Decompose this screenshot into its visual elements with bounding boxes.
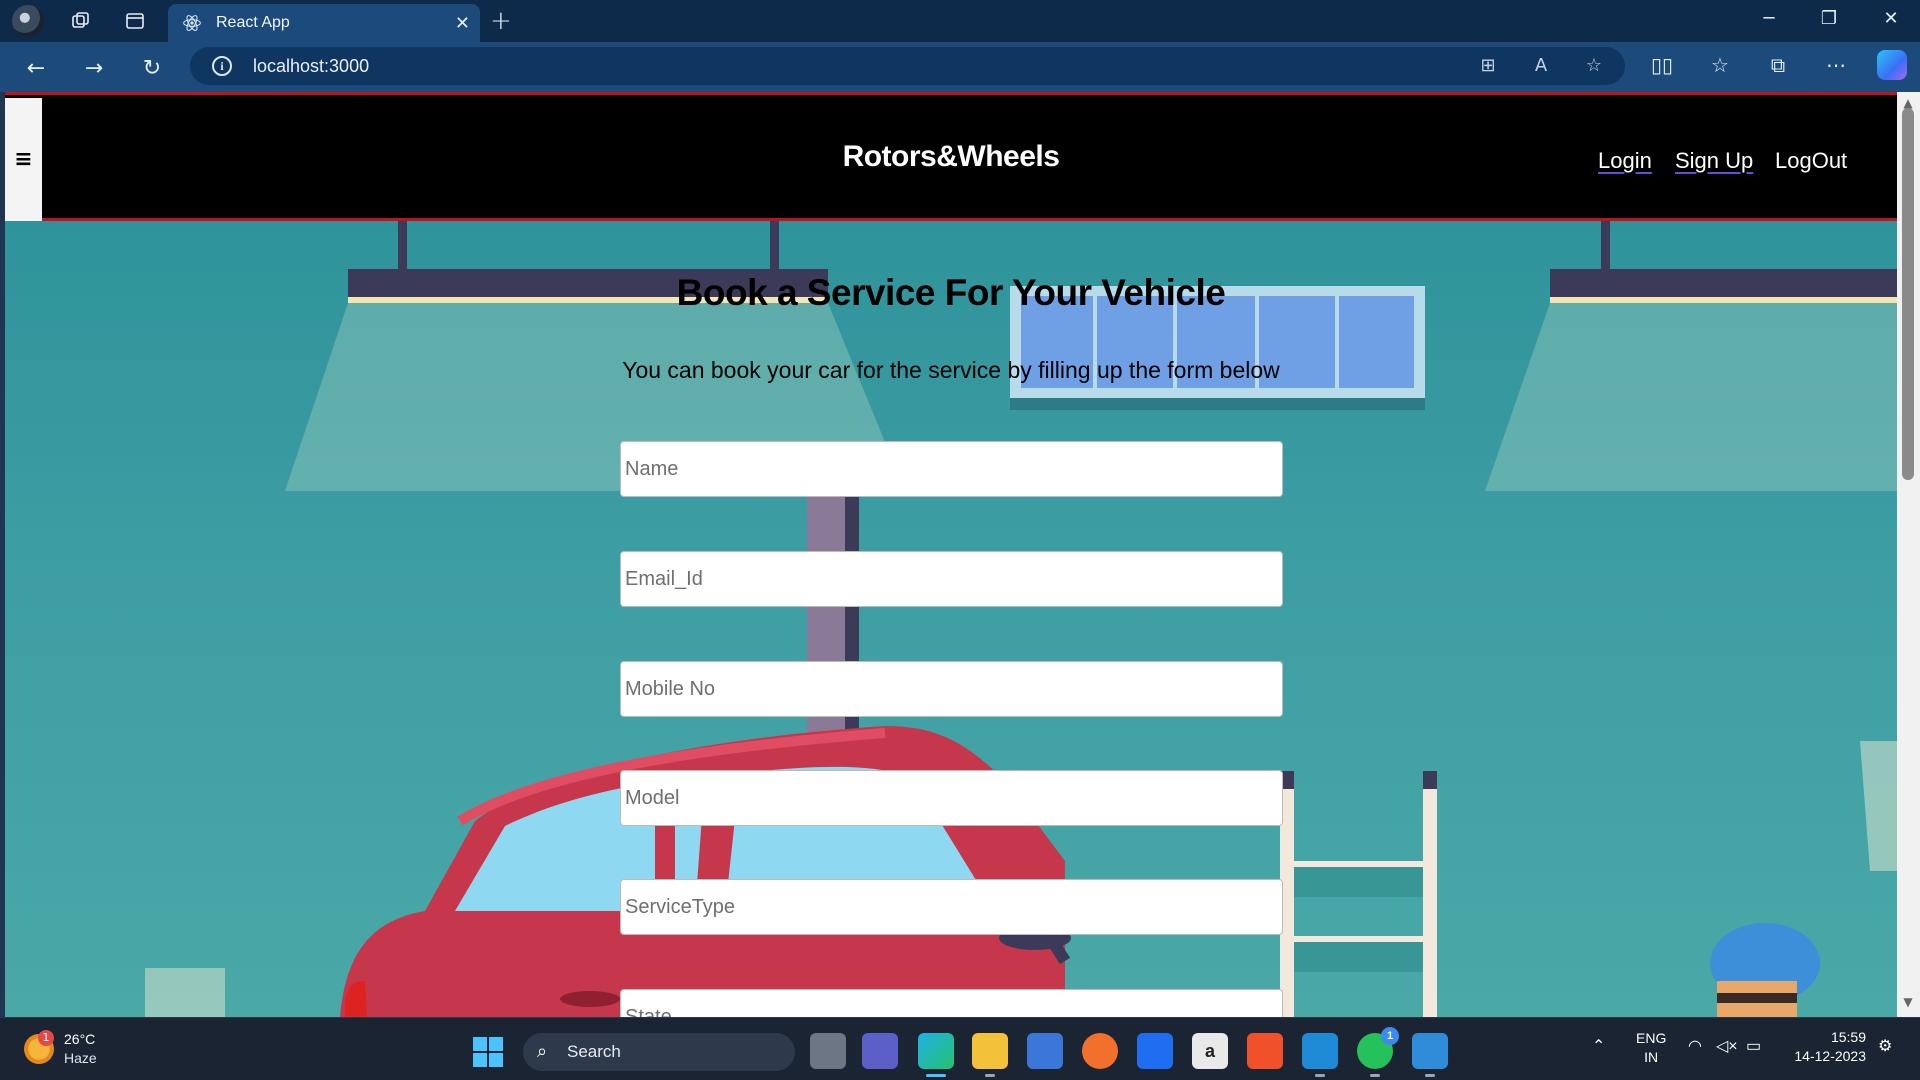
teams-chat-icon[interactable] (862, 1033, 898, 1069)
workspaces-icon[interactable] (66, 6, 96, 36)
microsoft-store-icon[interactable] (1027, 1033, 1063, 1069)
vscode-icon[interactable] (1302, 1033, 1338, 1077)
weather-badge: 1 (38, 1030, 54, 1046)
favorite-star-icon[interactable]: ☆ (1581, 55, 1607, 76)
web-page: ≡ Rotors&Wheels Login Sign Up LogOut Boo… (5, 92, 1897, 1017)
state-input[interactable] (621, 990, 1282, 1017)
app-available-icon[interactable]: ⊞ (1475, 55, 1501, 76)
whatsapp-icon[interactable]: 1 (1357, 1027, 1399, 1077)
refresh-icon[interactable]: ↻ (136, 52, 168, 84)
page-title: Book a Service For Your Vehicle (676, 272, 1226, 313)
dropbox-icon[interactable] (1137, 1033, 1173, 1069)
name-field[interactable] (620, 441, 1283, 497)
weather-temp: 26°C (64, 1031, 96, 1047)
whatsapp-badge: 1 (1381, 1027, 1399, 1045)
firefox-icon[interactable] (1082, 1033, 1118, 1069)
signup-link[interactable]: Sign Up (1675, 148, 1753, 174)
battery-icon[interactable]: ▭ (1746, 1036, 1761, 1056)
brave-browser-icon[interactable] (1247, 1033, 1283, 1069)
state-field[interactable] (620, 989, 1283, 1017)
name-input[interactable] (621, 442, 1282, 496)
read-aloud-icon[interactable]: A (1528, 55, 1554, 76)
url-text[interactable]: localhost:3000 (253, 56, 369, 77)
system-clock[interactable]: 15:59 14-12-2023 (1786, 1028, 1866, 1066)
service-type-input[interactable] (621, 880, 1282, 934)
profile-avatar[interactable] (12, 5, 44, 37)
top-navbar: ≡ Rotors&Wheels Login Sign Up LogOut (5, 92, 1897, 221)
scrollbar-thumb[interactable] (1902, 108, 1914, 480)
tab-title: React App (216, 14, 290, 31)
service-type-field[interactable] (620, 879, 1283, 935)
close-tab-icon[interactable]: ✕ (455, 13, 470, 34)
back-icon[interactable]: ← (20, 52, 52, 84)
login-link[interactable]: Login (1598, 148, 1652, 174)
model-field[interactable] (620, 770, 1283, 826)
search-label: Search (567, 1042, 621, 1061)
email-field[interactable] (620, 551, 1283, 607)
new-tab-icon[interactable]: + (490, 6, 512, 36)
collections-icon[interactable]: ⧉ (1763, 53, 1793, 77)
favorites-icon[interactable]: ☆ (1705, 53, 1735, 77)
search-icon: ⌕ (537, 1041, 548, 1062)
edge-browser-icon[interactable] (918, 1033, 954, 1077)
mobile-field[interactable] (620, 661, 1283, 717)
browser-toolbar: ← → ↻ i localhost:3000 ⊞ A ☆ ▯▯ ☆ ⧉ ⋯ (0, 42, 1920, 92)
minimize-icon[interactable]: ─ (1749, 8, 1789, 29)
browser-tab-active[interactable]: React App ✕ (168, 4, 480, 42)
browser-titlebar: React App ✕ + ─ ❐ ✕ (0, 0, 1920, 42)
mobile-input[interactable] (621, 662, 1282, 716)
forward-icon[interactable]: → (78, 52, 110, 84)
clock-date: 14-12-2023 (1794, 1048, 1866, 1064)
show-hidden-icons-chevron-icon[interactable]: ⌃ (1592, 1036, 1605, 1056)
taskbar-search[interactable]: ⌕ Search (523, 1033, 795, 1071)
weather-condition: Haze (64, 1050, 97, 1066)
language-code: ENG (1636, 1030, 1667, 1046)
clock-time: 15:59 (1830, 1029, 1866, 1045)
photos-icon[interactable] (1412, 1033, 1448, 1077)
more-options-icon[interactable]: ⋯ (1821, 53, 1851, 77)
amazon-icon[interactable]: a (1192, 1033, 1228, 1069)
page-subtitle: You can book your car for the service by… (622, 357, 1280, 383)
email-input[interactable] (621, 552, 1282, 606)
split-screen-icon[interactable]: ▯▯ (1647, 53, 1677, 77)
address-bar[interactable]: i localhost:3000 ⊞ A ☆ (190, 47, 1625, 85)
windows-taskbar: 1 26°C Haze ⌕ Search a 1 ⌃ ENG IN ◠ ◁× ▭… (0, 1017, 1920, 1080)
windows-start-icon[interactable] (473, 1037, 503, 1067)
copilot-icon[interactable] (1877, 50, 1907, 80)
volume-muted-icon[interactable]: ◁× (1716, 1036, 1738, 1056)
file-explorer-icon[interactable] (972, 1033, 1008, 1077)
language-indicator[interactable]: ENG IN (1636, 1029, 1666, 1067)
react-icon (183, 15, 201, 31)
site-info-icon[interactable]: i (212, 56, 232, 76)
scroll-down-arrow-icon[interactable]: ▼ (1900, 995, 1916, 1009)
close-window-icon[interactable]: ✕ (1871, 8, 1911, 29)
weather-widget[interactable]: 1 26°C Haze (24, 1030, 134, 1070)
notifications-icon[interactable]: ⚙ (1878, 1036, 1892, 1056)
region-code: IN (1644, 1049, 1659, 1065)
model-input[interactable] (621, 771, 1282, 825)
logout-link[interactable]: LogOut (1775, 148, 1847, 174)
restore-icon[interactable]: ❐ (1809, 8, 1849, 29)
wifi-icon[interactable]: ◠ (1688, 1036, 1702, 1056)
tab-actions-icon[interactable] (120, 6, 150, 36)
task-view-icon[interactable] (810, 1033, 846, 1069)
